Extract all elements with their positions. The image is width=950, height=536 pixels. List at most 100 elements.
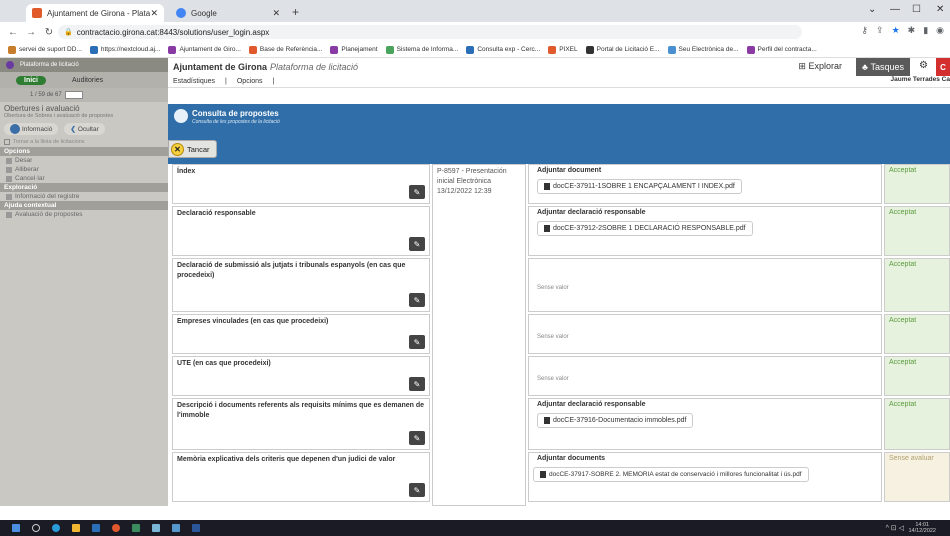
page-subtitle: Consulta de les propostes de la licitaci… <box>192 119 280 125</box>
tab-title: Google <box>191 8 217 18</box>
file-icon <box>540 471 546 478</box>
back-icon[interactable]: ← <box>8 27 18 38</box>
profile-icon[interactable]: ◉ <box>936 25 944 36</box>
maximize-icon[interactable]: ☐ <box>912 4 921 15</box>
bookmark-item[interactable]: Consulta exp - Cerc... <box>466 45 540 54</box>
system-tray[interactable]: ^ ⊡ ◁ <box>886 524 904 532</box>
app-icon[interactable] <box>172 524 180 532</box>
app-icon[interactable] <box>132 524 140 532</box>
ajuda-avaluacio[interactable]: Avaluació de propostes <box>0 210 168 219</box>
tab-auditories[interactable]: Auditories <box>72 77 103 84</box>
edit-icon[interactable]: ✎ <box>409 185 425 199</box>
bookmark-item[interactable]: https://nextcloud.aj... <box>89 45 160 54</box>
document-cell: Adjuntar document docCE-37911-1SOBRE 1 E… <box>528 164 882 204</box>
taskbar: ^ ⊡ ◁ 14:01 14/12/2022 <box>0 520 950 536</box>
document-action-label: Adjuntar declaració responsable <box>537 401 646 408</box>
page-input[interactable] <box>64 91 83 99</box>
table-row: Declaració de submissió als jutjats i tr… <box>172 258 430 312</box>
main-content: Ajuntament de Girona Plataforma de licit… <box>168 58 950 506</box>
tab-inici[interactable]: Inici <box>16 75 47 85</box>
edit-icon[interactable]: ✎ <box>409 483 425 497</box>
info-icon <box>10 124 20 134</box>
tancar-button[interactable]: ✕ Tancar <box>168 140 217 158</box>
document-link[interactable]: docCE-37911-1SOBRE 1 ENCAPÇALAMENT I IND… <box>537 179 742 194</box>
bookmark-item[interactable]: Base de Referència... <box>248 45 322 54</box>
key-icon[interactable]: ⚷ <box>861 25 868 36</box>
nav-opcions[interactable]: Opcions <box>237 78 263 85</box>
user-badge[interactable]: C <box>936 58 950 76</box>
requirement-label: Declaració de submissió als jutjats i tr… <box>177 262 406 279</box>
bookmark-item[interactable]: Seu Electrònica de... <box>667 45 739 54</box>
option-desar[interactable]: Desar <box>0 156 168 165</box>
browser-tab-active[interactable]: Ajuntament de Girona - Platafor ✕ <box>26 4 164 22</box>
sidepanel-icon[interactable]: ▮ <box>923 25 928 36</box>
bookmark-icon <box>168 45 177 54</box>
search-icon[interactable] <box>32 524 40 532</box>
edge-icon[interactable] <box>52 524 60 532</box>
org-name: Ajuntament de Girona <box>173 62 268 72</box>
browser-tab-google[interactable]: Google ✕ <box>170 4 286 22</box>
requirement-label: Descripció i documents referents als req… <box>177 402 425 419</box>
document-link[interactable]: docCE-37912-2SOBRE 1 DECLARACIÓ RESPONSA… <box>537 221 753 236</box>
chrome-icon[interactable] <box>112 524 120 532</box>
outlook-icon[interactable] <box>92 524 100 532</box>
extensions-icon[interactable]: ✱ <box>908 25 916 36</box>
chevron-down-icon[interactable]: ⌄ <box>868 4 876 15</box>
share-icon[interactable]: ⇪ <box>876 25 884 36</box>
status-badge: Acceptat <box>889 317 917 324</box>
reload-icon[interactable]: ↻ <box>44 27 54 38</box>
windows-start-icon[interactable] <box>12 524 20 532</box>
bookmark-item[interactable]: servei de suport DD... <box>8 45 82 54</box>
close-icon[interactable]: ✕ <box>150 8 158 19</box>
forward-icon[interactable]: → <box>26 27 36 38</box>
tab-title: Ajuntament de Girona - Platafor <box>47 8 151 18</box>
proposal-reference-cell: P-8597 - Presentación inicial Electrònic… <box>432 164 526 506</box>
document-link[interactable]: docCE-37916-Documentacio immobles.pdf <box>537 413 694 428</box>
document-cell: Adjuntar declaració responsable docCE-37… <box>528 398 882 450</box>
url-input[interactable]: 🔒 contractacio.girona.cat:8443/solutions… <box>58 25 802 39</box>
edit-icon[interactable]: ✎ <box>409 377 425 391</box>
option-cancel[interactable]: Cancel·lar <box>0 174 168 183</box>
ocultar-button[interactable]: ❮ Ocultar <box>64 123 105 135</box>
document-link[interactable]: docCE-37917-SOBRE 2. MEMORIA estat de co… <box>533 467 809 482</box>
nav-estadistiques[interactable]: Estadístiques <box>173 78 215 85</box>
edit-icon[interactable]: ✎ <box>409 431 425 445</box>
window-close-icon[interactable]: ✕ <box>936 4 944 15</box>
edit-icon[interactable]: ✎ <box>409 335 425 349</box>
informacio-button[interactable]: Informació <box>4 123 59 135</box>
bookmark-item[interactable]: Ajuntament de Giro... <box>168 45 241 54</box>
bookmark-item[interactable]: Portal de Licitació E... <box>585 45 660 54</box>
gear-icon[interactable]: ⚙ <box>919 60 928 71</box>
proposal-ref: P-8597 - Presentación inicial Electrònic… <box>437 168 507 195</box>
word-icon[interactable] <box>192 524 200 532</box>
app-title-bar: Ajuntament de Girona Plataforma de licit… <box>168 58 950 76</box>
star-icon[interactable]: ★ <box>892 25 900 36</box>
close-icon[interactable]: ✕ <box>272 8 280 19</box>
status-cell: Acceptat <box>884 206 950 256</box>
app-icon[interactable] <box>152 524 160 532</box>
bookmark-item[interactable]: PIXEL <box>548 45 578 54</box>
table-row: Declaració responsable ✎ <box>172 206 430 256</box>
file-icon <box>544 417 550 424</box>
option-alliberar[interactable]: Alliberar <box>0 165 168 174</box>
return-list-checkbox[interactable]: Tornar a la llista de licitacions <box>0 137 168 147</box>
document-cell: Sense valor <box>528 258 882 312</box>
sidebar-tabs: Inici Auditories <box>0 72 168 88</box>
sidebar-subtitle: Obertura de Sobres i avaluació de propos… <box>4 113 114 119</box>
tasques-button[interactable]: ♣ Tasques <box>856 58 910 76</box>
document-action-label: Adjuntar documents <box>537 455 606 462</box>
bookmark-item[interactable]: Sistema de Informa... <box>385 45 458 54</box>
bookmark-icon <box>8 45 16 54</box>
minimize-icon[interactable]: — <box>890 4 900 15</box>
edit-icon[interactable]: ✎ <box>409 237 425 251</box>
edit-icon[interactable]: ✎ <box>409 293 425 307</box>
exploracio-info-registre[interactable]: Informació del registre <box>0 192 168 201</box>
explorar-button[interactable]: ⊞ Explorar <box>798 61 842 72</box>
bookmark-item[interactable]: Perfil del contracta... <box>746 45 817 54</box>
bookmark-icon <box>89 45 98 54</box>
bookmark-item[interactable]: Planejament <box>330 45 378 54</box>
empty-value: Sense valor <box>537 285 569 291</box>
new-tab-icon[interactable]: + <box>292 5 299 19</box>
status-cell: Sense avaluar <box>884 452 950 502</box>
file-explorer-icon[interactable] <box>72 524 80 532</box>
